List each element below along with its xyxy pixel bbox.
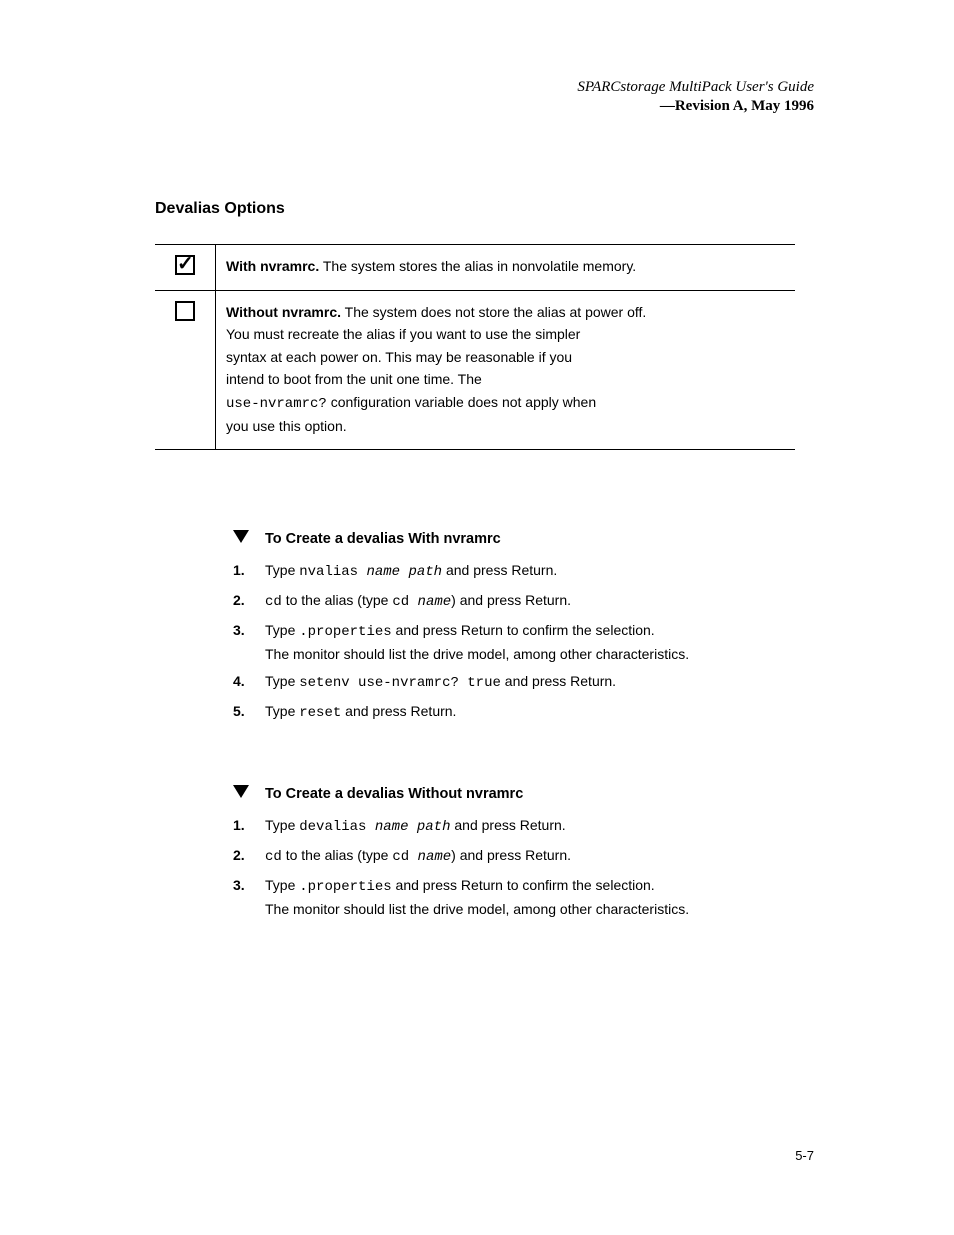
step: 3. Type .properties and press Return to … xyxy=(233,620,793,665)
procedure-title: To Create a devalias With nvramrc xyxy=(265,528,793,550)
running-header: SPARCstorage MultiPack User's Guide —Rev… xyxy=(577,78,814,116)
inline-code: use-nvramrc? xyxy=(226,396,327,412)
step: 2. cd to the alias (type cd name) and pr… xyxy=(233,845,793,869)
option-title: Without nvramrc. xyxy=(226,304,341,320)
checkbox-checked-icon xyxy=(175,255,195,275)
triangle-down-icon xyxy=(233,530,249,543)
option-check-cell xyxy=(155,291,216,450)
option-desc-line: use-nvramrc? configuration variable does… xyxy=(226,391,785,415)
table-row: Without nvramrc. The system does not sto… xyxy=(155,291,795,450)
inline-code: setenv use-nvramrc? true xyxy=(299,675,501,691)
inline-code-italic: name path xyxy=(375,819,451,835)
triangle-down-icon xyxy=(233,785,249,798)
procedure-with-nvramrc: To Create a devalias With nvramrc 1. Typ… xyxy=(233,528,793,731)
option-title: With nvramrc. xyxy=(226,258,319,274)
step: 2. cd to the alias (type cd name) and pr… xyxy=(233,590,793,614)
inline-code: devalias xyxy=(299,819,375,835)
step: 5. Type reset and press Return. xyxy=(233,701,793,725)
step: 1. Type nvalias name path and press Retu… xyxy=(233,560,793,584)
inline-code: cd xyxy=(392,594,417,610)
inline-code: cd xyxy=(265,849,282,865)
inline-code: cd xyxy=(392,849,417,865)
step: 1. Type devalias name path and press Ret… xyxy=(233,815,793,839)
section-heading: Devalias Options xyxy=(155,200,285,218)
doc-revision: —Revision A, May 1996 xyxy=(577,97,814,116)
procedure-steps: 1. Type devalias name path and press Ret… xyxy=(233,815,793,920)
procedure-without-nvramrc: To Create a devalias Without nvramrc 1. … xyxy=(233,783,793,926)
procedure-title: To Create a devalias Without nvramrc xyxy=(265,783,793,805)
devalias-options-table: With nvramrc. The system stores the alia… xyxy=(155,244,795,450)
option-desc-line: you use this option. xyxy=(226,415,785,437)
table-row: With nvramrc. The system stores the alia… xyxy=(155,245,795,291)
option-desc-line: intend to boot from the unit one time. T… xyxy=(226,368,785,390)
page: SPARCstorage MultiPack User's Guide —Rev… xyxy=(0,0,954,1235)
step-extra: The monitor should list the drive model,… xyxy=(265,899,793,921)
option-desc: The system stores the alias in nonvolati… xyxy=(319,258,636,274)
inline-code: .properties xyxy=(299,879,391,895)
procedure-heading: To Create a devalias Without nvramrc xyxy=(233,783,793,805)
step: 3. Type .properties and press Return to … xyxy=(233,875,793,920)
procedure-steps: 1. Type nvalias name path and press Retu… xyxy=(233,560,793,724)
option-desc-cell: Without nvramrc. The system does not sto… xyxy=(216,291,796,450)
step-extra: The monitor should list the drive model,… xyxy=(265,644,793,666)
option-desc-line: The system does not store the alias at p… xyxy=(341,304,646,320)
procedure-heading: To Create a devalias With nvramrc xyxy=(233,528,793,550)
option-desc-line: You must recreate the alias if you want … xyxy=(226,323,785,345)
option-check-cell xyxy=(155,245,216,291)
inline-code: cd xyxy=(265,594,282,610)
checkbox-unchecked-icon xyxy=(175,301,195,321)
option-desc-cell: With nvramrc. The system stores the alia… xyxy=(216,245,796,291)
inline-code: nvalias xyxy=(299,564,366,580)
doc-title: SPARCstorage MultiPack User's Guide xyxy=(577,78,814,97)
inline-code-italic: name path xyxy=(366,564,442,580)
step: 4. Type setenv use-nvramrc? true and pre… xyxy=(233,671,793,695)
page-number: 5-7 xyxy=(795,1148,814,1163)
inline-code-italic: name xyxy=(418,849,452,865)
inline-code-italic: name xyxy=(418,594,452,610)
option-desc-line: syntax at each power on. This may be rea… xyxy=(226,346,785,368)
inline-code: .properties xyxy=(299,624,391,640)
inline-code: reset xyxy=(299,705,341,721)
